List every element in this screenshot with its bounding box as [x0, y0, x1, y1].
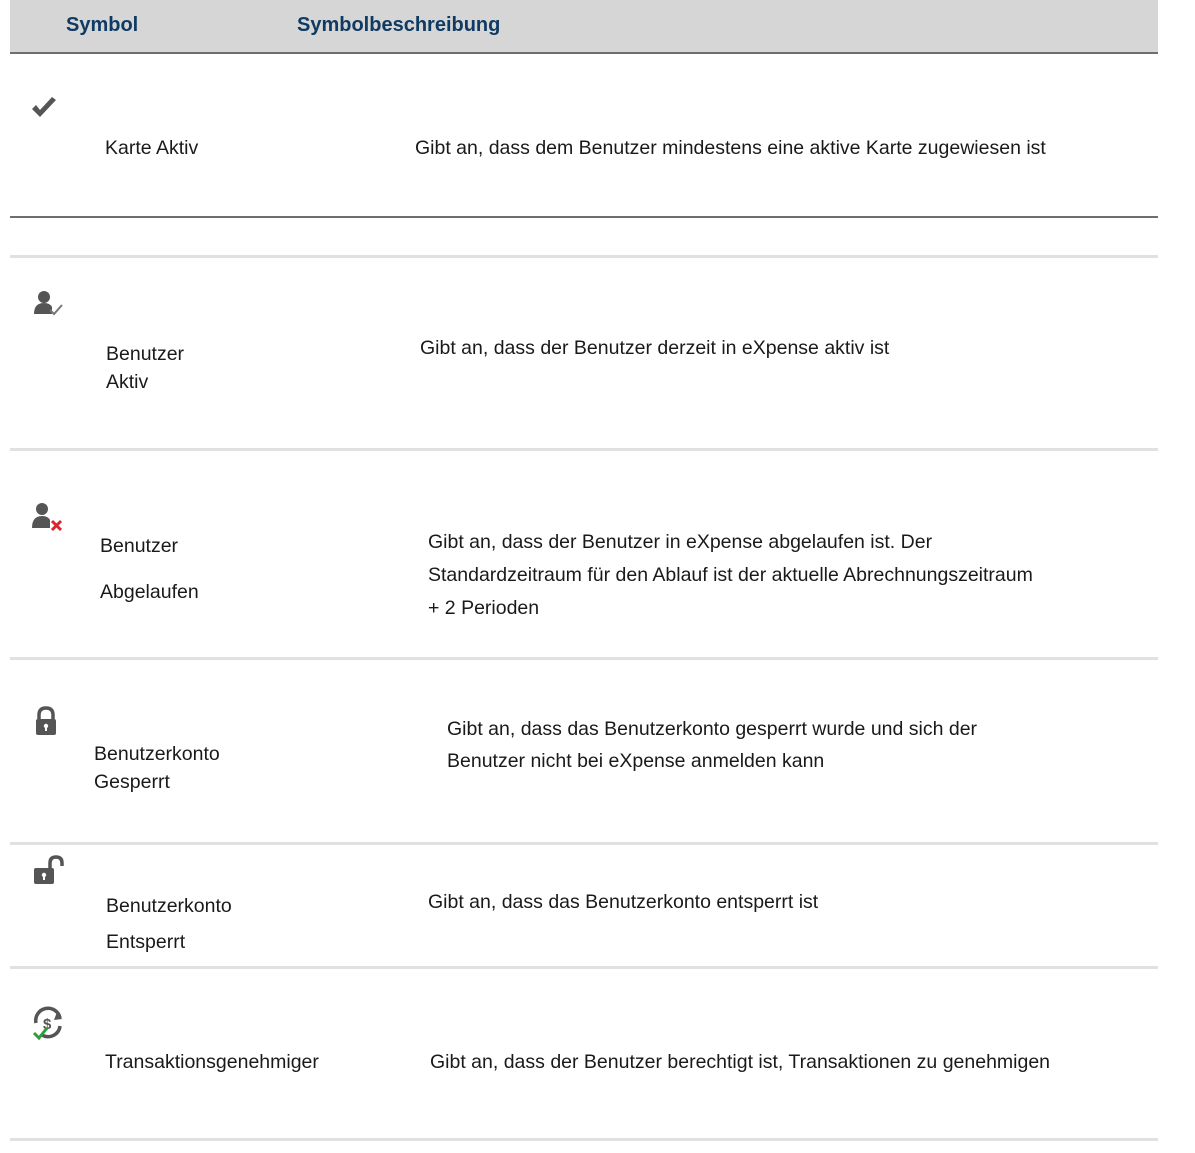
row-name-benutzerkonto-gesperrt: Benutzerkonto Gesperrt [94, 743, 220, 793]
row-divider [10, 216, 1158, 218]
row-desc-karte-aktiv: Gibt an, dass dem Benutzer mindestens ei… [415, 137, 1046, 159]
row-name-benutzer-aktiv: Benutzer Aktiv [106, 343, 185, 393]
row-divider [10, 657, 1158, 660]
user-check-icon [34, 291, 63, 316]
lock-open-icon [34, 855, 64, 884]
row-desc-benutzer-aktiv: Gibt an, dass der Benutzer derzeit in eX… [420, 337, 890, 359]
row-divider [10, 966, 1158, 969]
row-divider [10, 842, 1158, 845]
row-desc-benutzerkonto-entsperrt: Gibt an, dass das Benutzerkonto entsperr… [428, 891, 819, 913]
user-expired-icon [32, 503, 63, 532]
checkmark-icon [32, 97, 56, 117]
row-divider [10, 255, 1158, 258]
row-name-benutzerkonto-entsperrt: Benutzerkonto Entsperrt [106, 895, 232, 953]
row-desc-transaktionsgenehmiger: Gibt an, dass der Benutzer berechtigt is… [430, 1051, 1051, 1073]
transaction-approver-icon: $ [32, 1006, 62, 1040]
row-name-karte-aktiv: Karte Aktiv [105, 137, 199, 159]
header-symbol: Symbol [66, 14, 139, 36]
lock-closed-icon [36, 706, 56, 735]
row-desc-benutzer-abgelaufen: Gibt an, dass der Benutzer in eXpense ab… [428, 531, 1033, 619]
row-name-benutzer-abgelaufen: Benutzer Abgelaufen [100, 535, 199, 603]
header-description: Symbolbeschreibung [297, 14, 501, 36]
row-name-transaktionsgenehmiger: Transaktionsgenehmiger [105, 1051, 319, 1073]
table-header: Symbol Symbolbeschreibung [10, 0, 1158, 54]
row-desc-benutzerkonto-gesperrt: Gibt an, dass das Benutzerkonto gesperrt… [447, 718, 978, 772]
row-divider [10, 448, 1158, 451]
row-divider [10, 1138, 1158, 1141]
